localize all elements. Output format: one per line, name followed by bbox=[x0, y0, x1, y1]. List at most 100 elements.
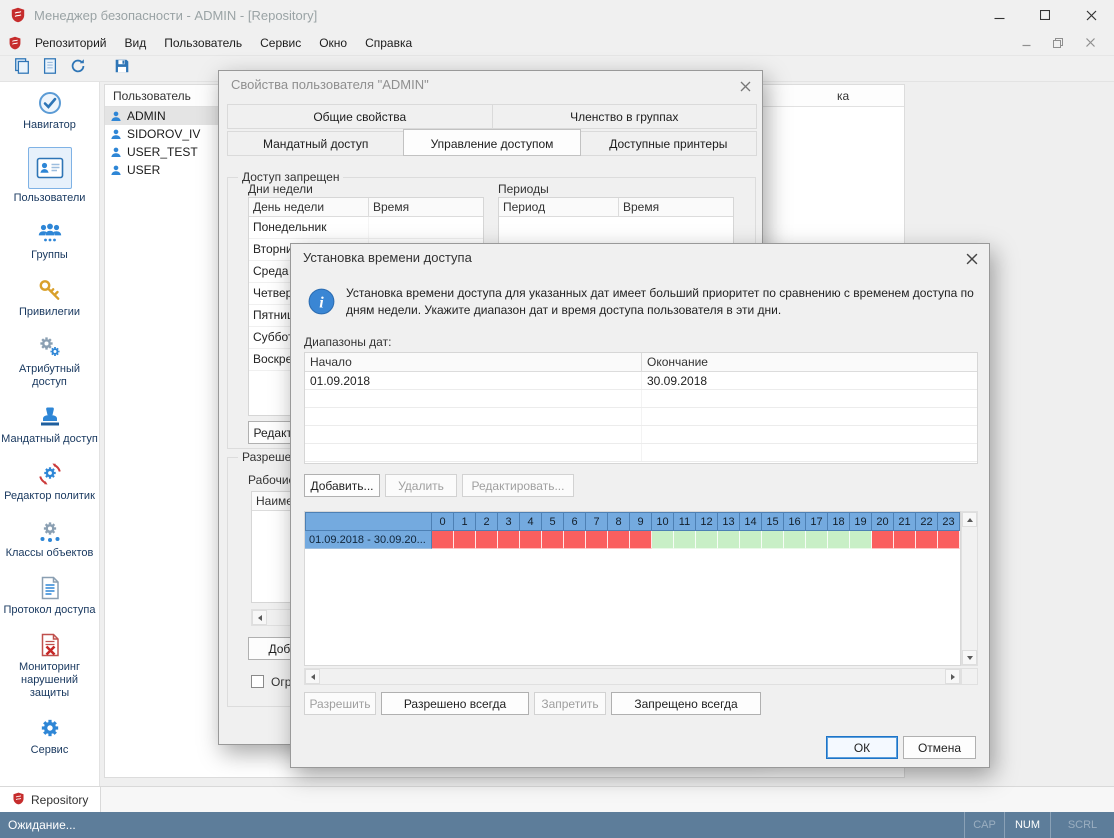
menu-item[interactable]: Вид bbox=[116, 32, 156, 54]
hour-denied-cell[interactable] bbox=[564, 531, 586, 549]
tab[interactable]: Доступные принтеры bbox=[580, 131, 757, 156]
hour-header-cell[interactable]: 18 bbox=[828, 512, 850, 531]
tab[interactable]: Мандатный доступ bbox=[227, 131, 404, 156]
partial-column-header[interactable]: ка bbox=[837, 89, 849, 103]
mdi-close-button[interactable] bbox=[1078, 33, 1102, 53]
hour-denied-cell[interactable] bbox=[630, 531, 652, 549]
cancel-button[interactable]: Отмена bbox=[903, 736, 976, 759]
user-list-row[interactable]: SIDOROV_IV bbox=[105, 125, 218, 143]
hour-denied-cell[interactable] bbox=[542, 531, 564, 549]
hour-header-cell[interactable]: 12 bbox=[696, 512, 718, 531]
hour-header-cell[interactable]: 21 bbox=[894, 512, 916, 531]
hour-header-cell[interactable]: 1 bbox=[454, 512, 476, 531]
minimize-button[interactable] bbox=[976, 0, 1022, 30]
hour-denied-cell[interactable] bbox=[520, 531, 542, 549]
ok-button[interactable]: ОК bbox=[826, 736, 898, 759]
hour-header-cell[interactable]: 2 bbox=[476, 512, 498, 531]
delete-range-button[interactable]: Удалить bbox=[385, 474, 457, 497]
hour-header-cell[interactable]: 19 bbox=[850, 512, 872, 531]
menu-item[interactable]: Окно bbox=[310, 32, 356, 54]
hour-allowed-cell[interactable] bbox=[674, 531, 696, 549]
tab[interactable]: Общие свойства bbox=[227, 104, 493, 129]
hour-denied-cell[interactable] bbox=[432, 531, 454, 549]
hour-denied-cell[interactable] bbox=[938, 531, 960, 549]
mdi-minimize-button[interactable] bbox=[1014, 33, 1038, 53]
hour-header-cell[interactable]: 4 bbox=[520, 512, 542, 531]
hour-allowed-cell[interactable] bbox=[718, 531, 740, 549]
hour-header-cell[interactable]: 5 bbox=[542, 512, 564, 531]
user-list-row[interactable]: USER_TEST bbox=[105, 143, 218, 161]
menu-item[interactable]: Сервис bbox=[251, 32, 310, 54]
add-range-button[interactable]: Добавить... bbox=[304, 474, 380, 497]
hour-header-cell[interactable]: 0 bbox=[432, 512, 454, 531]
period-column-header[interactable]: Период bbox=[499, 198, 619, 216]
close-button[interactable] bbox=[1068, 0, 1114, 30]
user-list-row[interactable]: USER bbox=[105, 161, 218, 179]
hour-header-cell[interactable]: 23 bbox=[938, 512, 960, 531]
hour-allowed-cell[interactable] bbox=[740, 531, 762, 549]
hour-allowed-cell[interactable] bbox=[696, 531, 718, 549]
hour-denied-cell[interactable] bbox=[454, 531, 476, 549]
hour-denied-cell[interactable] bbox=[608, 531, 630, 549]
hour-allowed-cell[interactable] bbox=[652, 531, 674, 549]
weekday-row[interactable]: Понедельник bbox=[249, 217, 483, 239]
time-column-header[interactable]: Время bbox=[619, 198, 733, 216]
repository-tab[interactable]: Repository bbox=[0, 787, 101, 812]
user-list-row[interactable]: ADMIN bbox=[105, 107, 218, 125]
sidebar-item[interactable]: Редактор политик bbox=[1, 461, 99, 503]
hour-header-cell[interactable]: 6 bbox=[564, 512, 586, 531]
close-icon[interactable] bbox=[965, 252, 979, 266]
close-icon[interactable] bbox=[738, 79, 752, 93]
grid-corner-cell[interactable] bbox=[305, 512, 432, 531]
weekday-column-header[interactable]: День недели bbox=[249, 198, 369, 216]
hour-denied-cell[interactable] bbox=[872, 531, 894, 549]
end-column-header[interactable]: Окончание bbox=[642, 353, 977, 371]
sidebar-item[interactable]: Навигатор bbox=[1, 90, 99, 132]
tab[interactable]: Управление доступом bbox=[403, 129, 580, 156]
sidebar-item[interactable]: Сервис bbox=[1, 715, 99, 757]
hour-header-cell[interactable]: 15 bbox=[762, 512, 784, 531]
hour-header-cell[interactable]: 14 bbox=[740, 512, 762, 531]
save-button[interactable] bbox=[108, 57, 136, 81]
hour-allowed-cell[interactable] bbox=[806, 531, 828, 549]
hour-allowed-cell[interactable] bbox=[828, 531, 850, 549]
menu-item[interactable]: Пользователь bbox=[155, 32, 251, 54]
menu-item[interactable]: Справка bbox=[356, 32, 421, 54]
hour-allowed-cell[interactable] bbox=[784, 531, 806, 549]
menu-item[interactable]: Репозиторий bbox=[26, 32, 116, 54]
allow-always-button[interactable]: Разрешено всегда bbox=[381, 692, 529, 715]
hour-header-cell[interactable]: 22 bbox=[916, 512, 938, 531]
copy-button[interactable] bbox=[8, 57, 36, 81]
scroll-left-icon[interactable] bbox=[252, 610, 267, 625]
edit-range-button[interactable]: Редактировать... bbox=[462, 474, 574, 497]
scroll-up-icon[interactable] bbox=[962, 512, 977, 527]
sidebar-item[interactable]: Протокол доступа bbox=[1, 575, 99, 617]
hour-allowed-cell[interactable] bbox=[850, 531, 872, 549]
hour-header-cell[interactable]: 3 bbox=[498, 512, 520, 531]
maximize-button[interactable] bbox=[1022, 0, 1068, 30]
hour-allowed-cell[interactable] bbox=[762, 531, 784, 549]
sidebar-item[interactable]: Классы объектов bbox=[1, 518, 99, 560]
hour-header-cell[interactable]: 8 bbox=[608, 512, 630, 531]
user-column-header[interactable]: Пользователь bbox=[113, 89, 191, 103]
mdi-restore-button[interactable] bbox=[1046, 33, 1070, 53]
scroll-right-icon[interactable] bbox=[945, 669, 960, 684]
hour-denied-cell[interactable] bbox=[476, 531, 498, 549]
time-column-header[interactable]: Время bbox=[369, 198, 483, 216]
hour-header-cell[interactable]: 9 bbox=[630, 512, 652, 531]
hour-header-cell[interactable]: 7 bbox=[586, 512, 608, 531]
hour-denied-cell[interactable] bbox=[894, 531, 916, 549]
sidebar-item[interactable]: Мониторинг нарушений защиты bbox=[1, 632, 99, 700]
deny-always-button[interactable]: Запрещено всегда bbox=[611, 692, 761, 715]
date-range-row[interactable]: 01.09.201830.09.2018 bbox=[305, 372, 977, 390]
hour-denied-cell[interactable] bbox=[916, 531, 938, 549]
vertical-scrollbar[interactable] bbox=[961, 511, 978, 666]
horizontal-scrollbar[interactable] bbox=[304, 668, 961, 685]
hour-header-cell[interactable]: 11 bbox=[674, 512, 696, 531]
hour-denied-cell[interactable] bbox=[498, 531, 520, 549]
refresh-button[interactable] bbox=[64, 57, 92, 81]
new-document-button[interactable] bbox=[36, 57, 64, 81]
grid-row-label[interactable]: 01.09.2018 - 30.09.20... bbox=[305, 531, 432, 549]
limit-checkbox[interactable] bbox=[251, 675, 264, 688]
sidebar-item[interactable]: Группы bbox=[1, 220, 99, 262]
